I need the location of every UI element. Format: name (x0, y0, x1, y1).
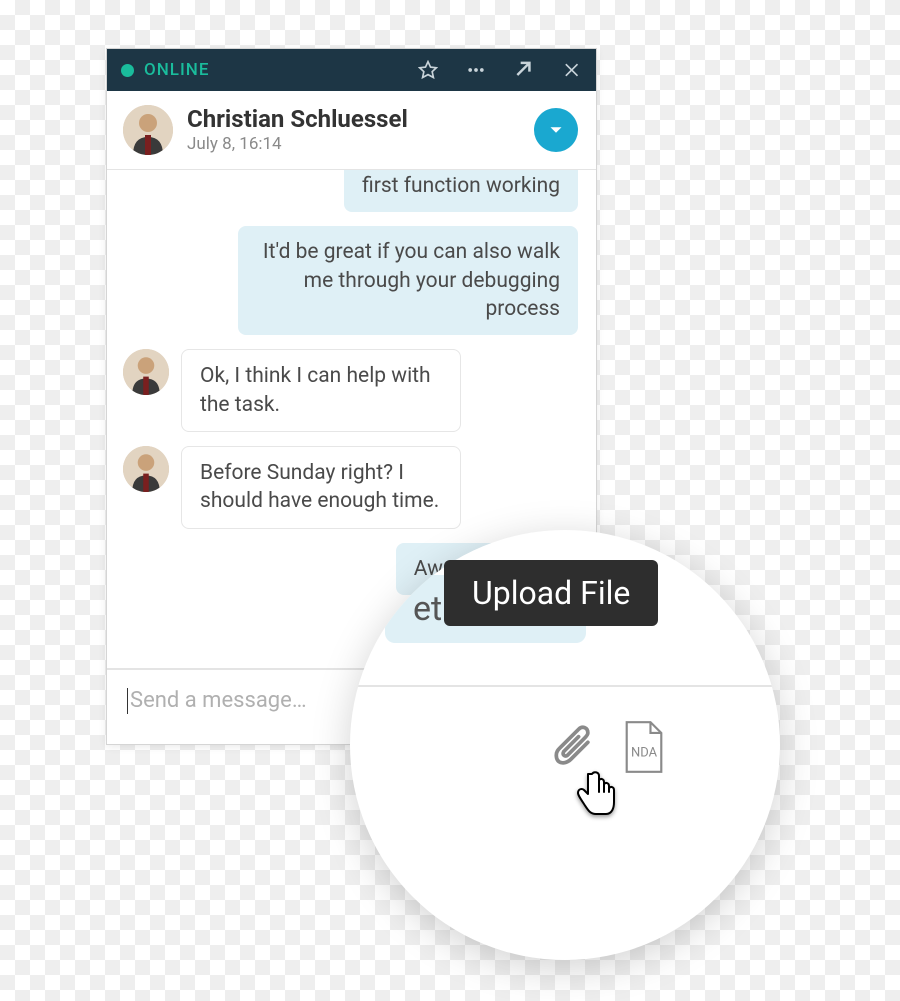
popout-icon[interactable] (514, 60, 534, 80)
contact-timestamp: July 8, 16:14 (187, 134, 520, 154)
chat-header: Christian Schluessel July 8, 16:14 (107, 91, 596, 170)
nda-document-icon[interactable]: NDA (622, 720, 666, 778)
chevron-down-icon (545, 119, 567, 141)
status-label: ONLINE (144, 60, 209, 80)
contact-avatar (123, 105, 173, 155)
nda-label: NDA (631, 746, 658, 761)
message-bubble: first function working (344, 170, 578, 212)
more-icon[interactable] (466, 60, 486, 80)
titlebar: ONLINE (107, 49, 596, 91)
upload-file-tooltip: Upload File (444, 560, 658, 626)
message-row: It'd be great if you can also walk me th… (123, 226, 578, 335)
message-input-placeholder: Send a message… (130, 688, 307, 713)
message-bubble: Before Sunday right? I should have enoug… (181, 446, 461, 529)
message-bubble: It'd be great if you can also walk me th… (238, 226, 578, 335)
message-row: Before Sunday right? I should have enoug… (123, 446, 578, 529)
message-row: first function working (123, 170, 578, 212)
message-avatar (123, 446, 169, 492)
status-indicator-dot (121, 64, 134, 77)
star-icon[interactable] (418, 60, 438, 80)
contact-name: Christian Schluessel (187, 106, 520, 132)
text-caret (127, 688, 128, 714)
message-bubble: Ok, I think I can help with the task. (181, 349, 461, 432)
close-icon[interactable] (562, 60, 582, 80)
message-avatar (123, 349, 169, 395)
cursor-hand-icon (570, 768, 620, 830)
message-row: Ok, I think I can help with the task. (123, 349, 578, 432)
zoom-divider (350, 685, 780, 687)
contact-info: Christian Schluessel July 8, 16:14 (187, 106, 520, 154)
expand-button[interactable] (534, 108, 578, 152)
